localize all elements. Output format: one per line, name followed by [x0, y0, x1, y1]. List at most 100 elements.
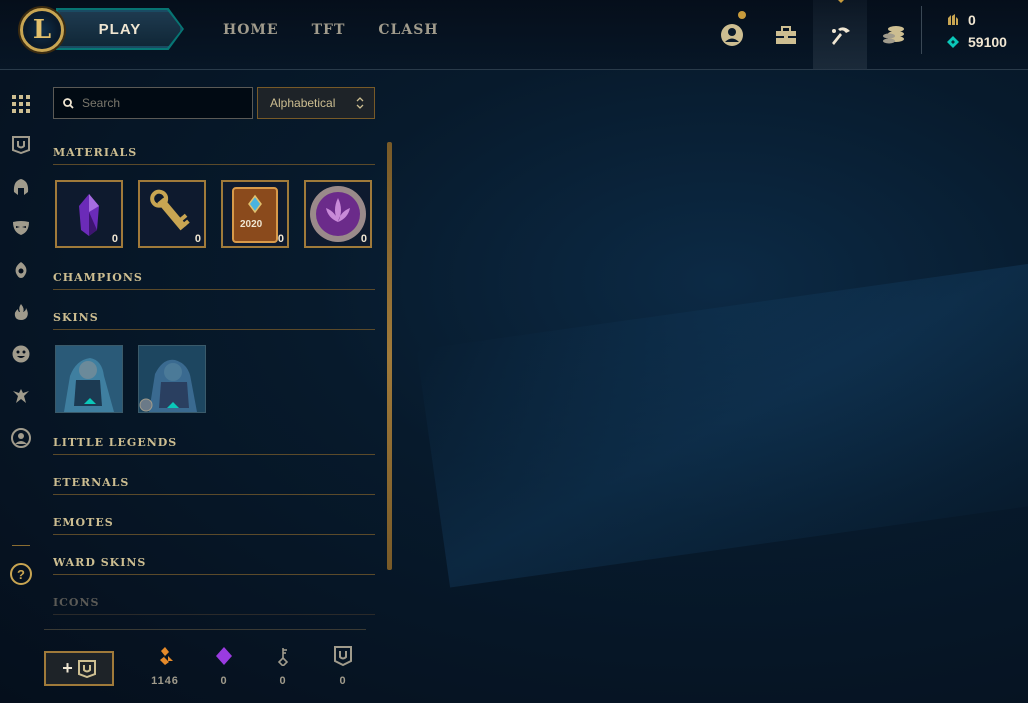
section-skins[interactable]: SKINS — [53, 305, 375, 330]
material-count: 0 — [360, 233, 367, 245]
spirit-icon — [13, 389, 29, 403]
be-value: 59100 — [968, 34, 1007, 50]
loot-nav-button[interactable] — [813, 0, 867, 70]
active-indicator — [836, 0, 846, 3]
be-balance: 59100 — [946, 31, 1007, 53]
category-little-legends[interactable] — [10, 385, 32, 407]
search-box[interactable] — [53, 87, 253, 119]
section-label: SKINS — [53, 310, 99, 324]
sort-dropdown[interactable]: Alphabetical — [257, 87, 375, 119]
rp-balance: 0 — [946, 9, 1007, 31]
category-emotes[interactable] — [10, 343, 32, 365]
section-ward-skins[interactable]: WARD SKINS — [53, 550, 375, 575]
nav-tft[interactable]: TFT — [312, 22, 346, 38]
nav-separator — [921, 6, 922, 54]
category-wards[interactable] — [10, 259, 32, 281]
category-champions[interactable] — [10, 176, 32, 198]
profile-circle-icon — [11, 428, 31, 448]
category-eternals[interactable] — [10, 301, 32, 323]
craft-chest-button[interactable]: + — [44, 651, 114, 686]
collection-nav-button[interactable] — [759, 0, 813, 70]
background-streak — [416, 252, 1028, 588]
lol-logo-icon[interactable]: L — [20, 8, 64, 52]
sort-selected: Alphabetical — [270, 96, 336, 110]
help-icon: ? — [17, 566, 25, 582]
nav-clash[interactable]: CLASH — [378, 22, 438, 38]
riot-points-icon — [948, 14, 958, 25]
notification-dot — [738, 11, 746, 19]
grid-icon — [12, 95, 30, 113]
section-champions[interactable]: CHAMPIONS — [53, 265, 375, 290]
material-tile[interactable]: 0 — [138, 180, 206, 248]
section-materials[interactable]: MATERIALS — [53, 140, 375, 165]
loot-icon — [832, 27, 850, 45]
plus-icon: + — [62, 658, 73, 678]
blue-essence-total: 1146 — [145, 646, 185, 687]
section-label: CHAMPIONS — [53, 270, 143, 284]
section-icons[interactable]: ICONS — [53, 590, 375, 615]
mask-icon — [13, 221, 29, 235]
event-year-badge: 2020 — [240, 219, 263, 230]
orange-essence-icon — [160, 647, 173, 665]
champion-helmet-icon — [13, 179, 29, 195]
search-input[interactable] — [82, 96, 242, 110]
search-icon — [63, 97, 74, 109]
rp-value: 0 — [968, 12, 976, 28]
skin-shard-tile[interactable] — [138, 345, 206, 413]
loot-category-bar: ? — [0, 70, 42, 703]
section-label: WARD SKINS — [53, 555, 147, 569]
profile-nav-button[interactable] — [705, 0, 759, 70]
section-label: ICONS — [53, 595, 100, 609]
skin-splash-image — [56, 346, 122, 412]
top-nav: PLAY L HOME TFT CLASH 0 59100 — [0, 0, 1028, 70]
chevron-updown-icon — [356, 97, 364, 109]
loot-chest-icon — [77, 659, 96, 678]
material-count: 0 — [277, 233, 284, 245]
ward-icon — [15, 262, 27, 278]
key-fragments-value: 0 — [279, 675, 287, 687]
category-skins[interactable] — [10, 217, 32, 239]
material-count: 0 — [111, 233, 118, 245]
nav-home[interactable]: HOME — [223, 22, 279, 38]
gemstone-icon — [216, 647, 232, 665]
material-tile[interactable]: 2020 0 — [221, 180, 289, 248]
chests-value: 0 — [339, 675, 347, 687]
play-button[interactable]: PLAY — [58, 10, 182, 48]
chests-total: 0 — [323, 646, 363, 687]
category-all[interactable] — [10, 93, 32, 115]
skin-splash-image — [139, 346, 205, 412]
material-count: 0 — [194, 233, 201, 245]
gemstones-value: 0 — [220, 675, 228, 687]
nav-icon-group — [705, 0, 921, 70]
section-little-legends[interactable]: LITTLE LEGENDS — [53, 430, 375, 455]
store-nav-button[interactable] — [867, 0, 921, 70]
skin-shard-tile[interactable] — [55, 345, 123, 413]
blue-essence-icon — [947, 36, 959, 48]
section-label: ETERNALS — [53, 475, 130, 489]
key-fragments-total: 0 — [263, 646, 303, 687]
profile-icon — [721, 24, 743, 46]
material-tile[interactable]: 0 — [304, 180, 372, 248]
main-nav-links: HOME TFT CLASH — [223, 22, 439, 38]
bottom-divider — [44, 629, 366, 630]
section-eternals[interactable]: ETERNALS — [53, 470, 375, 495]
section-label: EMOTES — [53, 515, 114, 529]
loot-list-scrollbar[interactable] — [387, 142, 392, 570]
category-divider — [12, 545, 30, 546]
flame-icon — [14, 304, 28, 320]
collection-icon — [776, 26, 796, 44]
loot-list[interactable]: MATERIALS 0 0 2020 0 0 CHAMPIONS SKINS L… — [53, 140, 375, 630]
material-tile[interactable]: 0 — [55, 180, 123, 248]
blue-essence-value: 1146 — [151, 675, 179, 687]
store-icon — [883, 26, 904, 44]
loot-chest-icon — [334, 646, 352, 667]
help-button[interactable]: ? — [10, 563, 32, 585]
section-label: LITTLE LEGENDS — [53, 435, 178, 449]
loot-chest-icon — [12, 136, 30, 154]
category-chests[interactable] — [10, 134, 32, 156]
gemstones-total: 0 — [204, 646, 244, 687]
category-icons[interactable] — [10, 427, 32, 449]
section-emotes[interactable]: EMOTES — [53, 510, 375, 535]
section-label: MATERIALS — [53, 145, 138, 159]
wallet[interactable]: 0 59100 — [946, 9, 1007, 53]
